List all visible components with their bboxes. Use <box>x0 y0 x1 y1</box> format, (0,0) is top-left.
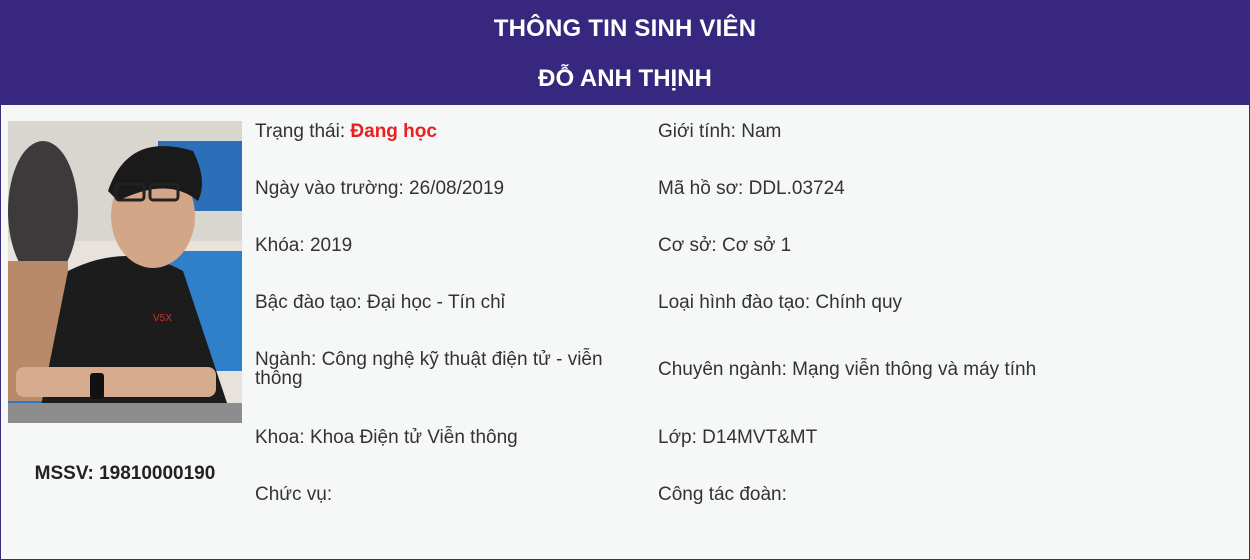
field-enroll-date-value: 26/08/2019 <box>409 178 505 199</box>
field-gender-label: Giới tính: <box>658 121 736 142</box>
header: THÔNG TIN SINH VIÊN ĐỖ ANH THỊNH <box>1 1 1249 105</box>
field-specialty-value: Mạng viễn thông và máy tính <box>792 359 1037 380</box>
field-class-label: Lớp: <box>658 427 697 448</box>
field-training-type-label: Loại hình đào tạo: <box>658 292 811 313</box>
field-enroll-date-label: Ngày vào trường: <box>255 178 404 199</box>
student-info-card: THÔNG TIN SINH VIÊN ĐỖ ANH THỊNH V5X MSS… <box>0 0 1250 560</box>
student-id-label: MSSV: <box>34 463 94 484</box>
field-major-label: Ngành: <box>255 349 317 370</box>
field-status: Trạng thái: Đang học <box>255 122 635 141</box>
field-course-value: 2019 <box>309 235 353 256</box>
field-specialty: Chuyên ngành: Mạng viễn thông và máy tín… <box>658 360 1218 379</box>
student-id-value: 19810000190 <box>99 463 216 484</box>
field-course: Khóa: 2019 <box>255 236 635 255</box>
field-position: Chức vụ: <box>255 485 635 504</box>
field-class: Lớp: D14MVT&MT <box>658 428 1218 447</box>
field-record-id-value: DDL.03724 <box>748 178 845 199</box>
field-level: Bậc đào tạo: Đại học - Tín chỉ <box>255 293 635 312</box>
svg-text:V5X: V5X <box>153 313 172 324</box>
student-id: MSSV: 19810000190 <box>1 463 249 485</box>
field-faculty: Khoa: Khoa Điện tử Viễn thông <box>255 428 635 447</box>
field-class-value: D14MVT&MT <box>702 427 818 448</box>
field-union-label: Công tác đoàn: <box>658 484 787 505</box>
student-photo-illustration: V5X <box>8 121 242 423</box>
student-name: ĐỖ ANH THỊNH <box>538 65 712 92</box>
field-union: Công tác đoàn: <box>658 485 1218 504</box>
field-status-value: Đang học <box>350 121 437 142</box>
field-major: Ngành: Công nghệ kỹ thuật điện tử - viễn… <box>255 350 627 388</box>
field-campus-label: Cơ sở: <box>658 235 717 256</box>
field-record-id: Mã hồ sơ: DDL.03724 <box>658 179 1218 198</box>
field-faculty-label: Khoa: <box>255 427 305 448</box>
field-gender-value: Nam <box>741 121 782 142</box>
field-enroll-date: Ngày vào trường: 26/08/2019 <box>255 179 635 198</box>
field-campus-value: Cơ sở 1 <box>721 235 792 256</box>
page-title: THÔNG TIN SINH VIÊN <box>493 15 757 42</box>
field-record-id-label: Mã hồ sơ: <box>658 178 744 199</box>
field-campus: Cơ sở: Cơ sở 1 <box>658 236 1218 255</box>
field-specialty-label: Chuyên ngành: <box>658 359 787 380</box>
student-photo: V5X <box>8 121 242 423</box>
field-position-label: Chức vụ: <box>255 484 333 505</box>
field-training-type-value: Chính quy <box>815 292 903 313</box>
field-training-type: Loại hình đào tạo: Chính quy <box>658 293 1218 312</box>
field-level-label: Bậc đào tạo: <box>255 292 362 313</box>
field-course-label: Khóa: <box>255 235 305 256</box>
field-level-value: Đại học - Tín chỉ <box>366 292 505 313</box>
field-faculty-value: Khoa Điện tử Viễn thông <box>309 427 518 448</box>
field-gender: Giới tính: Nam <box>658 122 1218 141</box>
field-status-label: Trạng thái: <box>255 121 346 142</box>
